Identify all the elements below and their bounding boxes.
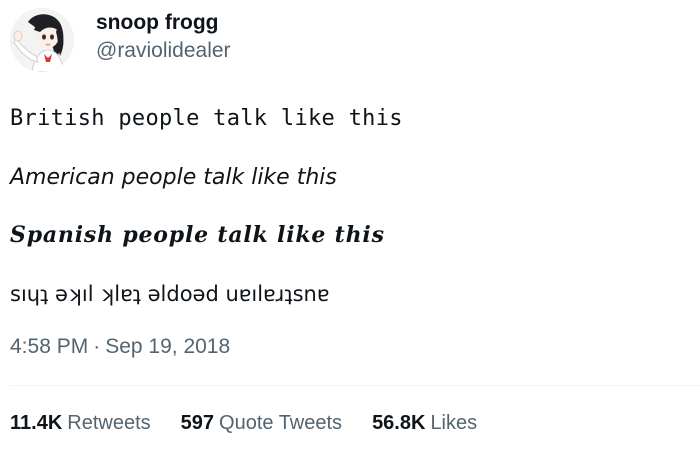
likes-count: 56.8K — [372, 412, 426, 434]
retweets-count: 11.4K — [10, 412, 63, 434]
timestamp-date: Sep 19, 2018 — [105, 335, 231, 358]
user-handle[interactable]: @raviolidealer — [96, 37, 231, 65]
author-info: snoop frogg @raviolidealer — [96, 9, 231, 65]
display-name[interactable]: snoop frogg — [96, 9, 231, 37]
likes-stat[interactable]: 56.8K Likes — [372, 412, 477, 435]
quote-tweets-count: 597 — [180, 412, 215, 434]
avatar[interactable] — [10, 8, 74, 72]
tweet-stats: 11.4K Retweets 597 Quote Tweets 56.8K Likes — [10, 412, 507, 435]
retweets-label: Retweets — [67, 412, 151, 434]
quote-tweets-label: Quote Tweets — [219, 412, 343, 434]
tweet-timestamp[interactable]: 4:58 PM · Sep 19, 2018 — [10, 335, 230, 359]
likes-label: Likes — [430, 412, 478, 434]
tweet-line-spanish: Spanish people talk like this — [10, 222, 385, 248]
tweet-line-american: American people talk like this — [10, 165, 337, 190]
tweet-line-british: British people talk like this — [10, 106, 403, 131]
divider — [10, 385, 700, 386]
retweets-stat[interactable]: 11.4K Retweets — [10, 412, 151, 435]
timestamp-time: 4:58 PM — [10, 335, 89, 358]
avatar-anime-girl-icon — [10, 8, 74, 72]
tweet-line-australian: sıɥʇ ǝʞıl ʞlɐʇ ǝldoǝd uɐılɐɹʇsnɐ — [10, 282, 330, 306]
quote-tweets-stat[interactable]: 597 Quote Tweets — [181, 412, 342, 435]
timestamp-separator: · — [93, 335, 101, 358]
tweet-header: snoop frogg @raviolidealer — [10, 8, 231, 72]
